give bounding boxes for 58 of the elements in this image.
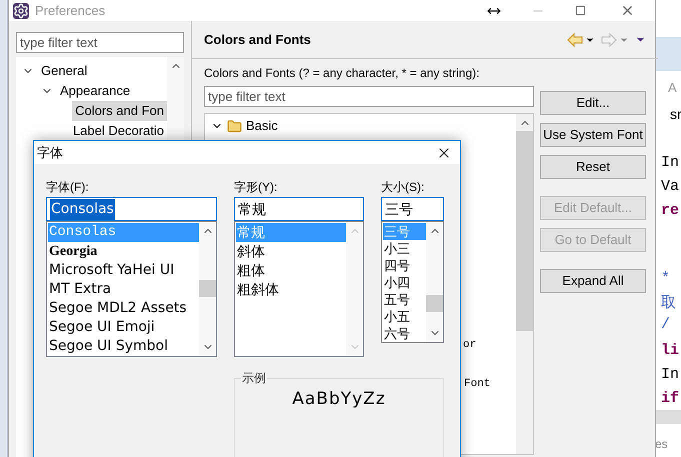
code-text: * bbox=[661, 269, 670, 289]
filter-field[interactable]: type filter text bbox=[16, 32, 184, 53]
input-field[interactable]: 常规 bbox=[234, 197, 364, 221]
sample-text: AaBbYyZz bbox=[292, 388, 386, 411]
sample-label: 示例 bbox=[241, 370, 267, 387]
action-button[interactable]: Edit... bbox=[540, 91, 646, 115]
editor-scrollbar bbox=[655, 410, 681, 424]
code-text: / bbox=[661, 315, 670, 335]
scrollbar-thumb[interactable] bbox=[516, 131, 533, 331]
scrollbar-thumb[interactable] bbox=[199, 280, 216, 297]
status-text: es bbox=[655, 436, 668, 453]
code-text: In bbox=[661, 365, 680, 385]
input-field[interactable]: Consolas bbox=[46, 197, 217, 221]
input-field[interactable]: 三号 bbox=[381, 197, 444, 221]
page-title: Colors and Fonts bbox=[204, 30, 312, 49]
list-item[interactable]: 五号 bbox=[383, 291, 426, 308]
list-item[interactable]: 小五 bbox=[383, 308, 426, 325]
tree-item[interactable]: Font bbox=[464, 376, 490, 392]
code-text: if bbox=[661, 389, 680, 409]
list-item[interactable]: 粗斜体 bbox=[236, 280, 346, 299]
action-button[interactable]: Use System Font bbox=[540, 123, 646, 147]
tree-item[interactable]: or bbox=[463, 337, 476, 354]
filter-field[interactable]: type filter text bbox=[204, 86, 534, 107]
field-label: 字形(Y): bbox=[234, 179, 278, 195]
list-item[interactable]: Segoe UI Emoji bbox=[48, 318, 199, 337]
code-text: li bbox=[661, 341, 680, 361]
list-item[interactable]: 粗体 bbox=[236, 261, 346, 280]
code-text: In bbox=[661, 153, 680, 173]
tree-item[interactable]: Appearance bbox=[57, 81, 134, 101]
list-item[interactable]: 小四 bbox=[383, 274, 426, 291]
window-title: Preferences bbox=[35, 2, 106, 20]
tree-item[interactable]: Basic bbox=[246, 116, 278, 136]
field-label: 大小(S): bbox=[381, 179, 426, 195]
code-text: re bbox=[661, 201, 680, 221]
action-button[interactable]: Expand All bbox=[540, 269, 646, 293]
list-item[interactable]: MT Extra bbox=[48, 280, 199, 299]
tree-item[interactable]: General bbox=[38, 61, 90, 81]
field-label: 字体(F): bbox=[46, 179, 90, 195]
code-text: 取 bbox=[661, 294, 676, 314]
tree-item[interactable]: Label Decoratio bbox=[70, 121, 167, 141]
action-button[interactable]: Reset bbox=[540, 155, 646, 179]
app-icon bbox=[13, 2, 29, 18]
list-item[interactable]: 小三 bbox=[383, 240, 426, 257]
toolbar bbox=[655, 37, 681, 71]
scrollbar-thumb[interactable] bbox=[426, 295, 443, 312]
code-text: Va bbox=[661, 177, 680, 197]
description-text: Colors and Fonts (? = any character, * = any string): bbox=[204, 65, 480, 81]
list-item[interactable]: Microsoft YaHei UI bbox=[48, 261, 199, 280]
list-item[interactable]: Georgia bbox=[48, 242, 199, 261]
list-item[interactable]: Segoe UI Symbol bbox=[48, 337, 199, 356]
dialog-title: 字体 bbox=[37, 144, 64, 162]
list-item[interactable]: 斜体 bbox=[236, 242, 346, 261]
list-item[interactable]: Segoe MDL2 Assets bbox=[48, 299, 199, 318]
tree-item[interactable]: Colors and Fon bbox=[72, 101, 167, 121]
list-item[interactable]: 四号 bbox=[383, 257, 426, 274]
list-item[interactable]: 六号 bbox=[383, 325, 426, 342]
folder-icon bbox=[227, 118, 242, 134]
maximize-icon[interactable] bbox=[575, 5, 586, 16]
